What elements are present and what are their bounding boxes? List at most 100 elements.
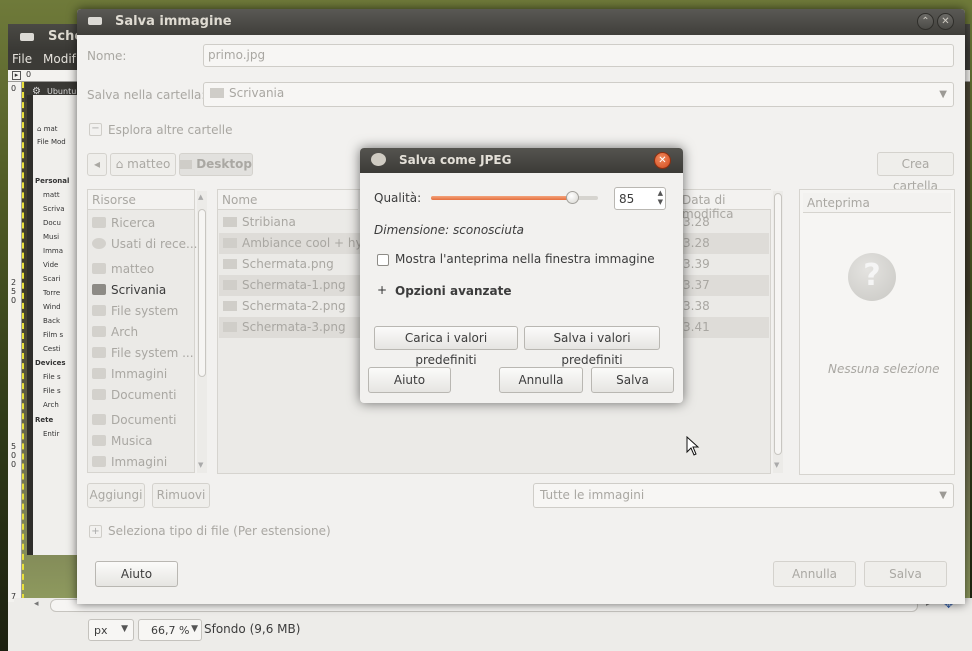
inner-item: Torre xyxy=(43,289,61,297)
create-folder-button[interactable]: Crea cartella xyxy=(877,152,954,193)
ruler-corner-icon[interactable]: ▸ xyxy=(12,71,21,80)
close-icon[interactable]: ✕ xyxy=(937,13,954,30)
inner-item: Musi xyxy=(43,233,60,241)
place-documents-2[interactable]: Documenti xyxy=(92,413,177,427)
place-images-2[interactable]: Immagini xyxy=(92,455,167,469)
save-defaults-button[interactable]: Salva i valori predefiniti xyxy=(524,326,660,367)
files-scroll-thumb[interactable] xyxy=(774,193,782,455)
cancel-button[interactable]: Annulla xyxy=(773,561,856,587)
column-date-header[interactable]: Data di modifica xyxy=(678,190,771,221)
expander-plus-icon[interactable]: + xyxy=(89,525,102,538)
path-button-desktop[interactable]: Desktop xyxy=(179,153,253,176)
show-preview-checkbox[interactable] xyxy=(377,254,389,266)
chevron-down-icon: ▼ xyxy=(191,624,198,634)
places-panel: Risorse Ricerca Usati di rece... matteo … xyxy=(87,189,197,473)
name-label: Nome: xyxy=(87,49,127,63)
inner-section: Rete xyxy=(35,416,54,424)
add-place-button[interactable]: Aggiungi xyxy=(87,483,145,508)
home-icon: ⌂ xyxy=(115,157,124,171)
quality-slider-handle[interactable] xyxy=(566,191,579,204)
scroll-down-icon[interactable]: ▼ xyxy=(774,461,779,469)
quality-label: Qualità: xyxy=(374,191,422,205)
chevron-down-icon: ▼ xyxy=(939,89,947,100)
inner-item: Docu xyxy=(43,219,61,227)
place-filesystem-2[interactable]: File system ... xyxy=(92,346,194,360)
files-scrollbar[interactable]: ▼ xyxy=(773,191,783,473)
quality-slider-fill xyxy=(431,196,573,200)
ruler-left: 0 2 5 0 5 0 0 7 xyxy=(8,82,22,602)
inner-item: Entir xyxy=(43,430,60,438)
place-search[interactable]: Ricerca xyxy=(92,216,155,230)
expander-minus-icon[interactable]: − xyxy=(89,123,102,136)
save-button[interactable]: Salva xyxy=(864,561,947,587)
advanced-options-label[interactable]: Opzioni avanzate xyxy=(395,284,511,298)
quality-spinbutton[interactable]: 85 ▲ ▼ xyxy=(614,187,666,210)
jpeg-dialog-title: Salva come JPEG xyxy=(399,153,512,167)
inner-item: ⌂ mat xyxy=(37,125,58,133)
quality-value: 85 xyxy=(619,192,635,206)
close-icon[interactable]: ✕ xyxy=(654,152,671,169)
unit-combo[interactable]: px ▼ xyxy=(88,619,134,641)
remove-place-button[interactable]: Rimuovi xyxy=(152,483,210,508)
place-desktop[interactable]: Scrivania xyxy=(92,283,166,297)
jpeg-cancel-button[interactable]: Annulla xyxy=(499,367,583,393)
maximize-icon[interactable]: ⌃ xyxy=(917,13,934,30)
place-filesystem[interactable]: File system xyxy=(92,304,178,318)
save-dialog-titlebar: Salva immagine ⌃ ✕ xyxy=(77,9,965,35)
place-arch[interactable]: Arch xyxy=(92,325,138,339)
drive-icon xyxy=(92,305,106,316)
jpeg-help-button[interactable]: Aiuto xyxy=(368,367,451,393)
places-scroll-thumb[interactable] xyxy=(198,209,206,377)
inner-item: Film s xyxy=(43,331,64,339)
quality-slider[interactable] xyxy=(431,191,598,204)
folder-combo[interactable]: Scrivania ▼ xyxy=(203,82,954,107)
path-button-home[interactable]: ⌂ matteo xyxy=(110,153,176,176)
chevron-left-icon: ◂ xyxy=(93,157,101,171)
path-back-button[interactable]: ◂ xyxy=(87,153,107,176)
inner-section: Personal xyxy=(35,177,70,185)
file-filter-combo[interactable]: Tutte le immagini ▼ xyxy=(533,483,954,508)
folder-icon xyxy=(92,368,106,379)
zoom-value: 66,7 % xyxy=(151,624,190,637)
inner-item: Wind xyxy=(43,303,61,311)
scroll-down-icon[interactable]: ▼ xyxy=(198,461,203,469)
chevron-down-icon: ▼ xyxy=(939,490,947,501)
zoom-combo[interactable]: 66,7 % ▼ xyxy=(138,619,202,641)
place-home[interactable]: matteo xyxy=(92,262,154,276)
column-name-header[interactable]: Nome xyxy=(218,190,358,210)
expander-plus-icon[interactable]: + xyxy=(376,284,388,297)
places-scrollbar[interactable]: ▲ ▼ xyxy=(197,191,207,473)
drive-icon xyxy=(92,347,106,358)
place-recent[interactable]: Usati di rece... xyxy=(92,237,197,251)
browse-folders-label[interactable]: Esplora altre cartelle xyxy=(108,123,233,137)
unit-value: px xyxy=(94,624,108,637)
name-input[interactable]: primo.jpg xyxy=(203,44,954,67)
inner-item: Scriva xyxy=(43,205,65,213)
scroll-up-icon[interactable]: ▲ xyxy=(198,193,203,201)
preview-header: Anteprima xyxy=(803,193,951,213)
place-images[interactable]: Immagini xyxy=(92,367,167,381)
folder-label: Salva nella cartella: xyxy=(87,88,206,102)
places-header: Risorse xyxy=(88,190,194,210)
image-file-icon xyxy=(223,280,237,290)
file-type-label[interactable]: Seleziona tipo di file (Per estensione) xyxy=(108,524,331,538)
scroll-left-icon[interactable]: ◂ xyxy=(34,599,39,609)
show-preview-label[interactable]: Mostra l'anteprima nella finestra immagi… xyxy=(395,252,655,266)
load-defaults-button[interactable]: Carica i valori predefiniti xyxy=(374,326,518,367)
place-music[interactable]: Musica xyxy=(92,434,153,448)
jpeg-dialog-titlebar: Salva come JPEG ✕ xyxy=(360,148,683,173)
inner-item: Cesti xyxy=(43,345,61,353)
menu-file[interactable]: File xyxy=(12,52,32,66)
jpeg-save-button[interactable]: Salva xyxy=(591,367,674,393)
window-icon xyxy=(88,17,102,25)
inner-item: matt xyxy=(43,191,60,199)
home-icon: ⌂ xyxy=(37,125,42,133)
place-documents[interactable]: Documenti xyxy=(92,388,177,402)
inner-screenshot: ⌂ mat File Mod Personal matt Scriva Docu… xyxy=(27,95,77,555)
image-file-icon xyxy=(223,322,237,332)
spin-arrows-icon[interactable]: ▲ ▼ xyxy=(658,189,663,207)
menu-modifica[interactable]: Modif xyxy=(43,52,76,66)
inner-item: Arch xyxy=(43,401,59,409)
size-label: Dimensione: sconosciuta xyxy=(374,223,525,237)
help-button[interactable]: Aiuto xyxy=(95,561,178,587)
